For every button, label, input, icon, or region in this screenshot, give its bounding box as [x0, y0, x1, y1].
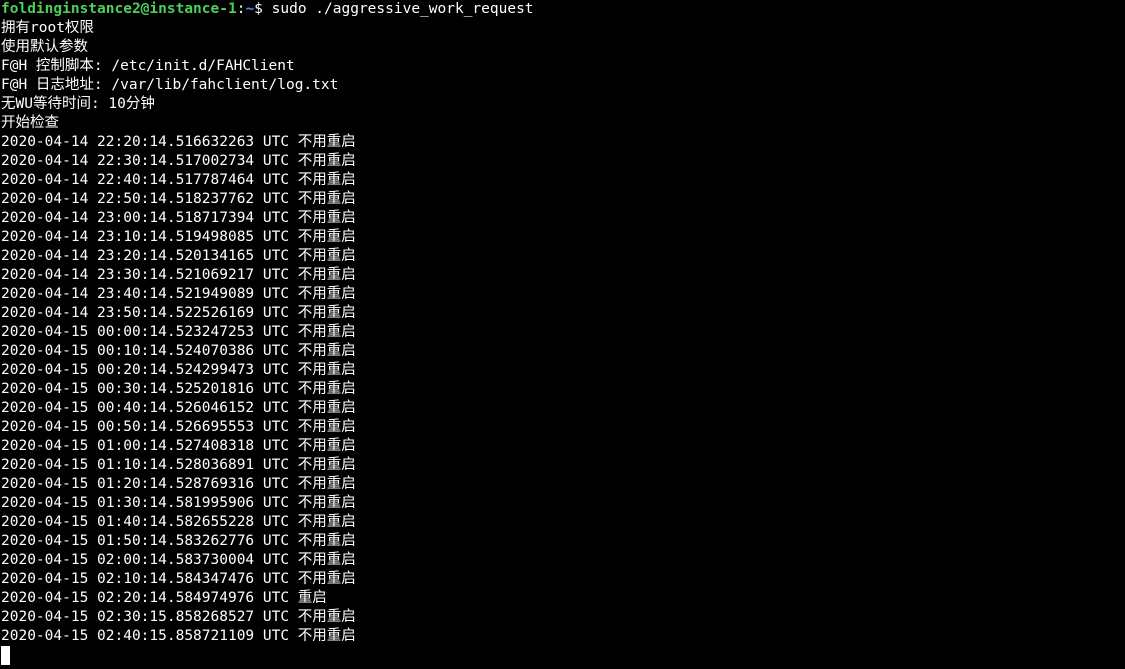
log-line: 2020-04-15 01:10:14.528036891 UTC 不用重启 [1, 457, 356, 473]
input-line[interactable] [1, 646, 1125, 665]
log-line: 2020-04-15 01:30:14.581995906 UTC 不用重启 [1, 495, 356, 511]
log-line: 2020-04-14 22:50:14.518237762 UTC 不用重启 [1, 191, 356, 207]
log-line: 2020-04-15 02:10:14.584347476 UTC 不用重启 [1, 571, 356, 587]
log-line: 2020-04-14 23:00:14.518717394 UTC 不用重启 [1, 210, 356, 226]
terminal-cursor [1, 646, 10, 665]
log-line: 2020-04-14 23:50:14.522526169 UTC 不用重启 [1, 305, 356, 321]
log-line: 2020-04-15 00:50:14.526695553 UTC 不用重启 [1, 419, 356, 435]
log-line: 2020-04-14 23:20:14.520134165 UTC 不用重启 [1, 248, 356, 264]
info-line-root: 拥有root权限 [1, 20, 94, 36]
log-line: 2020-04-15 00:20:14.524299473 UTC 不用重启 [1, 362, 356, 378]
log-line: 2020-04-15 01:50:14.583262776 UTC 不用重启 [1, 533, 356, 549]
info-line-defaults: 使用默认参数 [1, 39, 88, 55]
log-line: 2020-04-15 02:00:14.583730004 UTC 不用重启 [1, 552, 356, 568]
log-line: 2020-04-14 22:40:14.517787464 UTC 不用重启 [1, 172, 356, 188]
command-line: foldinginstance2@instance-1:~$ sudo ./ag… [1, 0, 1125, 19]
log-line: 2020-04-15 02:30:15.858268527 UTC 不用重启 [1, 609, 356, 625]
log-line: 2020-04-15 01:20:14.528769316 UTC 不用重启 [1, 476, 356, 492]
info-line-log-path: F@H 日志地址: /var/lib/fahclient/log.txt [1, 77, 339, 93]
log-line: 2020-04-15 00:00:14.523247253 UTC 不用重启 [1, 324, 356, 340]
terminal-window[interactable]: foldinginstance2@instance-1:~$ sudo ./ag… [0, 0, 1125, 669]
log-line: 2020-04-14 23:10:14.519498085 UTC 不用重启 [1, 229, 356, 245]
log-line: 2020-04-15 01:00:14.527408318 UTC 不用重启 [1, 438, 356, 454]
command-text: sudo ./aggressive_work_request [271, 1, 534, 17]
info-line-start: 开始检查 [1, 115, 59, 131]
log-line: 2020-04-15 00:40:14.526046152 UTC 不用重启 [1, 400, 356, 416]
log-line: 2020-04-14 23:40:14.521949089 UTC 不用重启 [1, 286, 356, 302]
log-line: 2020-04-15 01:40:14.582655228 UTC 不用重启 [1, 514, 356, 530]
prompt-user-host: foldinginstance2@instance-1 [1, 1, 237, 17]
log-line: 2020-04-15 00:10:14.524070386 UTC 不用重启 [1, 343, 356, 359]
log-line-restart: 2020-04-15 02:20:14.584974976 UTC 重启 [1, 590, 327, 606]
log-line: 2020-04-14 22:20:14.516632263 UTC 不用重启 [1, 134, 356, 150]
log-line: 2020-04-14 22:30:14.517002734 UTC 不用重启 [1, 153, 356, 169]
log-line: 2020-04-15 02:40:15.858721109 UTC 不用重启 [1, 628, 356, 644]
log-line: 2020-04-15 00:30:14.525201816 UTC 不用重启 [1, 381, 356, 397]
prompt-path: ~ [245, 1, 255, 17]
prompt-symbol: $ [254, 1, 272, 17]
info-line-wait-time: 无WU等待时间: 10分钟 [1, 96, 155, 112]
info-line-control-script: F@H 控制脚本: /etc/init.d/FAHClient [1, 58, 295, 74]
log-line: 2020-04-14 23:30:14.521069217 UTC 不用重启 [1, 267, 356, 283]
